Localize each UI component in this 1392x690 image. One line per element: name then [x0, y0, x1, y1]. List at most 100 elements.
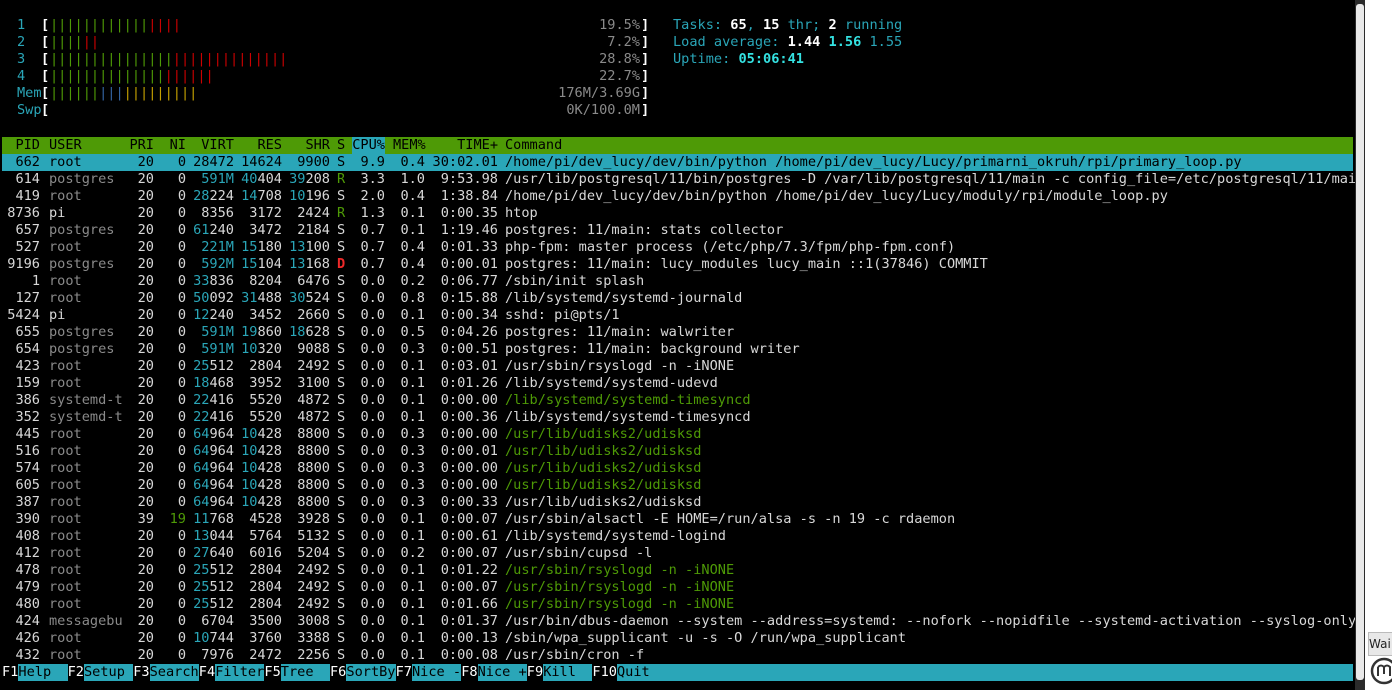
fkey-f5[interactable]: F5: [264, 664, 281, 681]
cell-shr: 13100: [289, 239, 330, 255]
process-row[interactable]: 8736 pi 20 0 8356 3172 2424 R 1.3 0.1 0:00.35 htop: [0, 205, 1355, 222]
process-row[interactable]: 614 postgres 20 0 591M 40404 39208 R 3.3 1.0 9:53.…: [0, 171, 1355, 188]
fkey-f7[interactable]: F7: [395, 664, 412, 681]
fkey-f10[interactable]: F10: [592, 664, 617, 681]
cell-virt: 64964: [193, 443, 234, 459]
cell-cpu: 0.7: [360, 239, 385, 255]
process-row[interactable]: 386 systemd-t 20 0 22416 5520 4872 S 0.0 0.1 0:00.…: [0, 392, 1355, 409]
cell-s: S: [337, 307, 346, 323]
scrollbar-thumb[interactable]: [1356, 4, 1364, 680]
column-header-pri[interactable]: PRI: [129, 137, 154, 154]
fkey-label-help[interactable]: Help: [18, 664, 68, 681]
fkey-f8[interactable]: F8: [461, 664, 478, 681]
cell-ni: 0: [177, 307, 186, 323]
cell-s: S: [337, 154, 346, 170]
cell-pid: 426: [15, 630, 40, 646]
column-header-time-plus[interactable]: TIME+: [432, 137, 498, 154]
cell-mem: 0.1: [400, 375, 425, 391]
column-header-virt[interactable]: VIRT: [188, 137, 234, 154]
process-row[interactable]: 5424 pi 20 0 12240 3452 2660 S 0.0 0.1 0:00.34 sshd…: [0, 307, 1355, 324]
cell-pri: 20: [137, 256, 154, 272]
cell-cmd: /usr/bin/dbus-daemon --system --address=…: [505, 613, 1355, 629]
process-row[interactable]: 527 root 20 0 221M 15180 13100 S 0.7 0.4 0:01.33 ph…: [0, 239, 1355, 256]
process-row[interactable]: 605 root 20 0 64964 10428 8800 S 0.0 0.3 0:00.00/u…: [0, 477, 1355, 494]
column-header-s[interactable]: S: [337, 137, 349, 154]
cell-pri: 20: [137, 426, 154, 442]
process-row[interactable]: 655 postgres 20 0 591M 19860 18628 S 0.0 0.5 0:04.…: [0, 324, 1355, 341]
column-header-mem-pct[interactable]: MEM%: [393, 137, 426, 154]
fkey-f9[interactable]: F9: [526, 664, 544, 681]
cell-user: root: [49, 460, 82, 476]
column-header-shr[interactable]: SHR: [283, 137, 330, 154]
fkey-label-kill[interactable]: Kill: [543, 664, 593, 681]
process-row[interactable]: 127 root 20 0 50092 31488 30524 S 0.0 0.8 0:15.88 /…: [0, 290, 1355, 307]
process-row[interactable]: 479 root 20 0 25512 2804 2492 S 0.0 0.1 0:00.07/us…: [0, 579, 1355, 596]
cell-cpu: 0.7: [360, 256, 385, 272]
column-header-ni[interactable]: NI: [163, 137, 186, 154]
process-row[interactable]: 412 root 20 0 27640 6016 5204 S 0.0 0.2 0:00.07/us…: [0, 545, 1355, 562]
process-row[interactable]: 445 root 20 0 64964 10428 8800 S 0.0 0.3 0:00.00/u…: [0, 426, 1355, 443]
cell-cmd: /usr/sbin/cupsd -l: [505, 545, 653, 561]
fkey-f1[interactable]: F1: [2, 664, 19, 681]
column-header-command[interactable]: Command: [505, 137, 1355, 154]
process-row[interactable]: 1 root 20 0 33836 8204 6476 S 0.0 0.2 0:06.77/sbin…: [0, 273, 1355, 290]
fkey-f4[interactable]: F4: [198, 664, 216, 681]
process-row[interactable]: 424 messagebu 20 0 6704 3500 3008 S 0.0 0.1 0:01.3…: [0, 613, 1355, 630]
process-row[interactable]: 480 root 20 0 25512 2804 2492 S 0.0 0.1 0:01.66/us…: [0, 596, 1355, 613]
meter-bracket-close: ]: [641, 51, 650, 67]
cell-ni: 0: [177, 324, 186, 340]
process-row[interactable]: 9196 postgres 20 0 592M 15104 13168 D 0.7 0.4 0:00…: [0, 256, 1355, 273]
cell-res: 6016: [249, 545, 282, 561]
fkey-label-tree[interactable]: Tree: [280, 664, 330, 681]
cell-ni: 0: [177, 341, 186, 357]
process-row[interactable]: 432 root 20 0 7976 2472 2256 S 0.0 0.1 0:00.08/usr…: [0, 647, 1355, 664]
cell-time: 0:00.34: [440, 307, 498, 323]
process-row[interactable]: 390 root 39 19 11768 4528 3928 S 0.0 0.1 0:00.07/u…: [0, 511, 1355, 528]
process-row[interactable]: 419 root 20 0 28224 14708 10196 S 2.0 0.4 1:38.84 /…: [0, 188, 1355, 205]
process-row[interactable]: 654 postgres 20 0 591M 10320 9088 S 0.0 0.3 0:00.5…: [0, 341, 1355, 358]
cell-time: 0:00.00: [440, 392, 498, 408]
process-row[interactable]: 478 root 20 0 25512 2804 2492 S 0.0 0.1 0:01.22/us…: [0, 562, 1355, 579]
column-header-user[interactable]: USER: [49, 137, 127, 154]
fkey-label-nice[interactable]: Nice -: [412, 664, 462, 681]
fkey-label-setup[interactable]: Setup: [84, 664, 134, 681]
cell-mem: 0.4: [400, 239, 425, 255]
mint-logo-icon[interactable]: [1369, 656, 1392, 686]
process-row[interactable]: 387 root 20 0 64964 10428 8800 S 0.0 0.3 0:00.33/u…: [0, 494, 1355, 511]
fkey-f6[interactable]: F6: [330, 664, 347, 681]
fkey-label-filter[interactable]: Filter: [215, 664, 265, 681]
cell-shr: 2660: [297, 307, 330, 323]
cell-user: root: [49, 494, 82, 510]
fkey-f3[interactable]: F3: [133, 664, 150, 681]
fkey-f2[interactable]: F2: [67, 664, 84, 681]
fkey-label-nice[interactable]: Nice +: [477, 664, 527, 681]
process-row[interactable]: 408 root 20 0 13044 5764 5132 S 0.0 0.1 0:00.61/li…: [0, 528, 1355, 545]
column-header-pid[interactable]: PID: [2, 137, 40, 154]
fkey-label-search[interactable]: Search: [149, 664, 199, 681]
column-header-res[interactable]: RES: [236, 137, 282, 154]
process-row[interactable]: 574 root 20 0 64964 10428 8800 S 0.0 0.3 0:00.00/u…: [0, 460, 1355, 477]
process-row[interactable]: 352 systemd-t 20 0 22416 5520 4872 S 0.0 0.1 0:00.…: [0, 409, 1355, 426]
cell-cpu: 0.0: [360, 290, 385, 306]
cell-user: root: [49, 630, 82, 646]
cell-mem: 0.3: [400, 341, 425, 357]
process-row[interactable]: 657 postgres 20 0 61240 3472 2184 S 0.7 0.1 1:19.4…: [0, 222, 1355, 239]
process-row[interactable]: 423 root 20 0 25512 2804 2492 S 0.0 0.1 0:03.01/us…: [0, 358, 1355, 375]
cell-virt: 28224: [193, 188, 234, 204]
cell-virt: 25512: [193, 579, 234, 595]
cell-virt: 10744: [193, 630, 234, 646]
scrollbar[interactable]: [1355, 0, 1365, 690]
cell-shr: 10196: [289, 188, 330, 204]
process-row[interactable]: 516 root 20 0 64964 10428 8800 S 0.0 0.3 0:00.01/u…: [0, 443, 1355, 460]
cell-cmd: postgres: 11/main: lucy_modules lucy_mai…: [505, 256, 988, 272]
cell-pid: 423: [15, 358, 40, 374]
process-row[interactable]: 426 root 20 0 10744 3760 3388 S 0.0 0.1 0:00.13/sb…: [0, 630, 1355, 647]
cell-res: 40404: [241, 171, 282, 187]
column-header-cpu-pct[interactable]: CPU%: [352, 137, 385, 154]
fkey-label-sortby[interactable]: SortBy: [346, 664, 396, 681]
cell-ni: 0: [177, 630, 186, 646]
fkey-label-quit[interactable]: Quit: [617, 664, 1353, 681]
process-row-selected[interactable]: 662 root 20 0 28472 14624 9900 S 9.9 0.4 30:02.01 /…: [0, 154, 1355, 171]
cell-pid: 412: [15, 545, 40, 561]
process-row[interactable]: 159 root 20 0 18468 3952 3100 S 0.0 0.1 0:01.26/li…: [0, 375, 1355, 392]
